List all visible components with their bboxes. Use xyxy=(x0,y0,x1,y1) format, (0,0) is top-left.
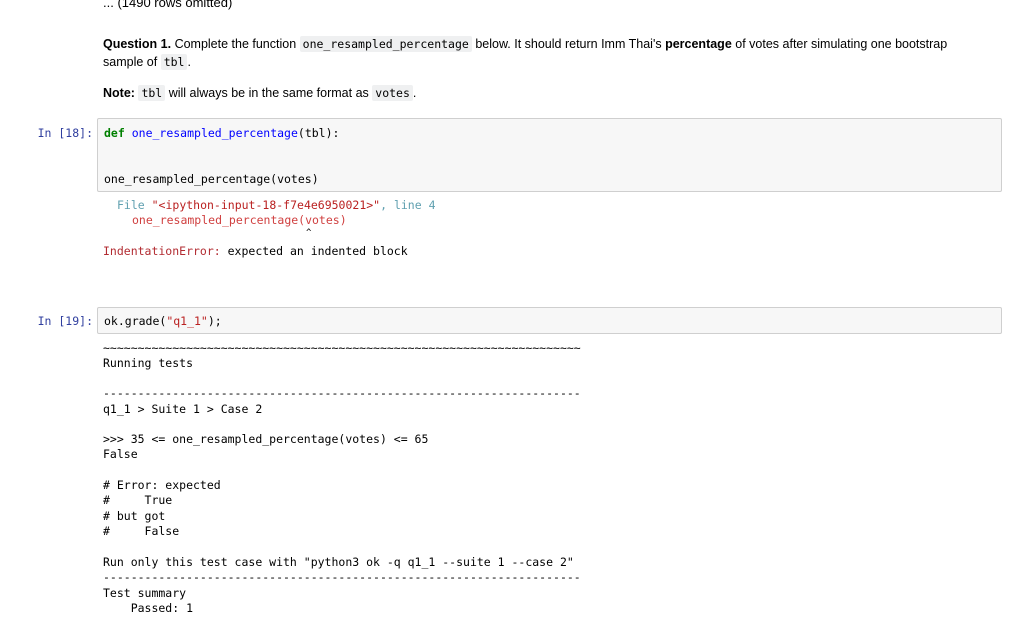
tbl-inline: tbl xyxy=(160,54,188,70)
grade-call-line: ok.grade("q1_1"); xyxy=(104,313,222,329)
question-paragraph: Question 1. Complete the function one_re… xyxy=(103,35,1003,71)
question-text-b: below. It should return Imm Thai's xyxy=(475,37,662,51)
question-text-a: Complete the function xyxy=(174,37,297,51)
traceback-file-line: File "<ipython-input-18-f7e4e6950021>", … xyxy=(117,198,436,213)
running-tests-text: Running tests xyxy=(103,356,194,370)
rows-omitted-text: ... (1490 rows omitted) xyxy=(103,0,233,10)
traceback-file-label: File xyxy=(117,198,152,212)
def-keyword: def xyxy=(104,126,125,140)
question-text-c: of votes after simulating one bootstrap xyxy=(735,37,948,51)
test-result: False xyxy=(103,447,138,461)
run-only-instruction: Run only this test case with "python3 ok… xyxy=(103,555,574,569)
note-text: will always be in the same format as xyxy=(168,86,369,100)
error-got-value: # False xyxy=(103,524,180,538)
error-expected-line: # Error: expected xyxy=(103,478,221,492)
def-params: (tbl): xyxy=(297,126,340,140)
cell-18-code-editor[interactable]: def one_resampled_percentage(tbl): one_r… xyxy=(97,118,1002,192)
function-name-inline: one_resampled_percentage xyxy=(299,36,472,52)
case-path-text: q1_1 > Suite 1 > Case 2 xyxy=(103,402,263,416)
grade-call-b: ); xyxy=(207,314,222,328)
question-text-d: sample of xyxy=(103,55,158,69)
error-message: expected an indented block xyxy=(220,244,408,258)
note-paragraph: Note: tbl will always be in the same for… xyxy=(103,84,416,102)
call-line: one_resampled_percentage(votes) xyxy=(104,172,319,186)
grade-call-a: ok.grade( xyxy=(104,314,167,328)
dash-separator-2: ----------------------------------------… xyxy=(103,570,581,584)
cell-19-code-editor[interactable]: ok.grade("q1_1"); xyxy=(97,307,1002,334)
note-tbl-inline: tbl xyxy=(138,85,166,101)
def-function-name: one_resampled_percentage xyxy=(131,126,298,140)
test-summary-heading: Test summary xyxy=(103,586,187,600)
test-expression: >>> 35 <= one_resampled_percentage(votes… xyxy=(103,432,429,446)
traceback-filename: "<ipython-input-18-f7e4e6950021>" xyxy=(151,198,381,212)
error-line: IndentationError: expected an indented b… xyxy=(103,244,408,259)
passed-count: Passed: 1 xyxy=(103,601,194,615)
traceback-line-number: , line 4 xyxy=(380,198,436,212)
traceback-caret: ^ xyxy=(306,228,312,238)
note-votes-inline: votes xyxy=(372,85,413,101)
percentage-bold: percentage xyxy=(665,37,732,51)
question-label: Question 1. xyxy=(103,37,172,51)
question-text-e: . xyxy=(187,55,191,69)
error-name: IndentationError: xyxy=(103,244,221,258)
traceback-code-line: one_resampled_percentage(votes) xyxy=(132,213,347,227)
tilde-separator: ~~~~~~~~~~~~~~~~~~~~~~~~~~~~~~~~~~~~~~~~… xyxy=(103,341,581,355)
dash-separator: ----------------------------------------… xyxy=(103,386,581,400)
error-expected-value: # True xyxy=(103,493,173,507)
grade-call-string: "q1_1" xyxy=(166,314,208,328)
error-got-line: # but got xyxy=(103,509,166,523)
cell-19-prompt: In [19]: xyxy=(37,314,93,328)
def-line: def one_resampled_percentage(tbl): xyxy=(104,125,339,141)
note-label: Note: xyxy=(103,86,135,100)
cell-18-prompt: In [18]: xyxy=(37,126,93,140)
note-end: . xyxy=(412,86,417,100)
